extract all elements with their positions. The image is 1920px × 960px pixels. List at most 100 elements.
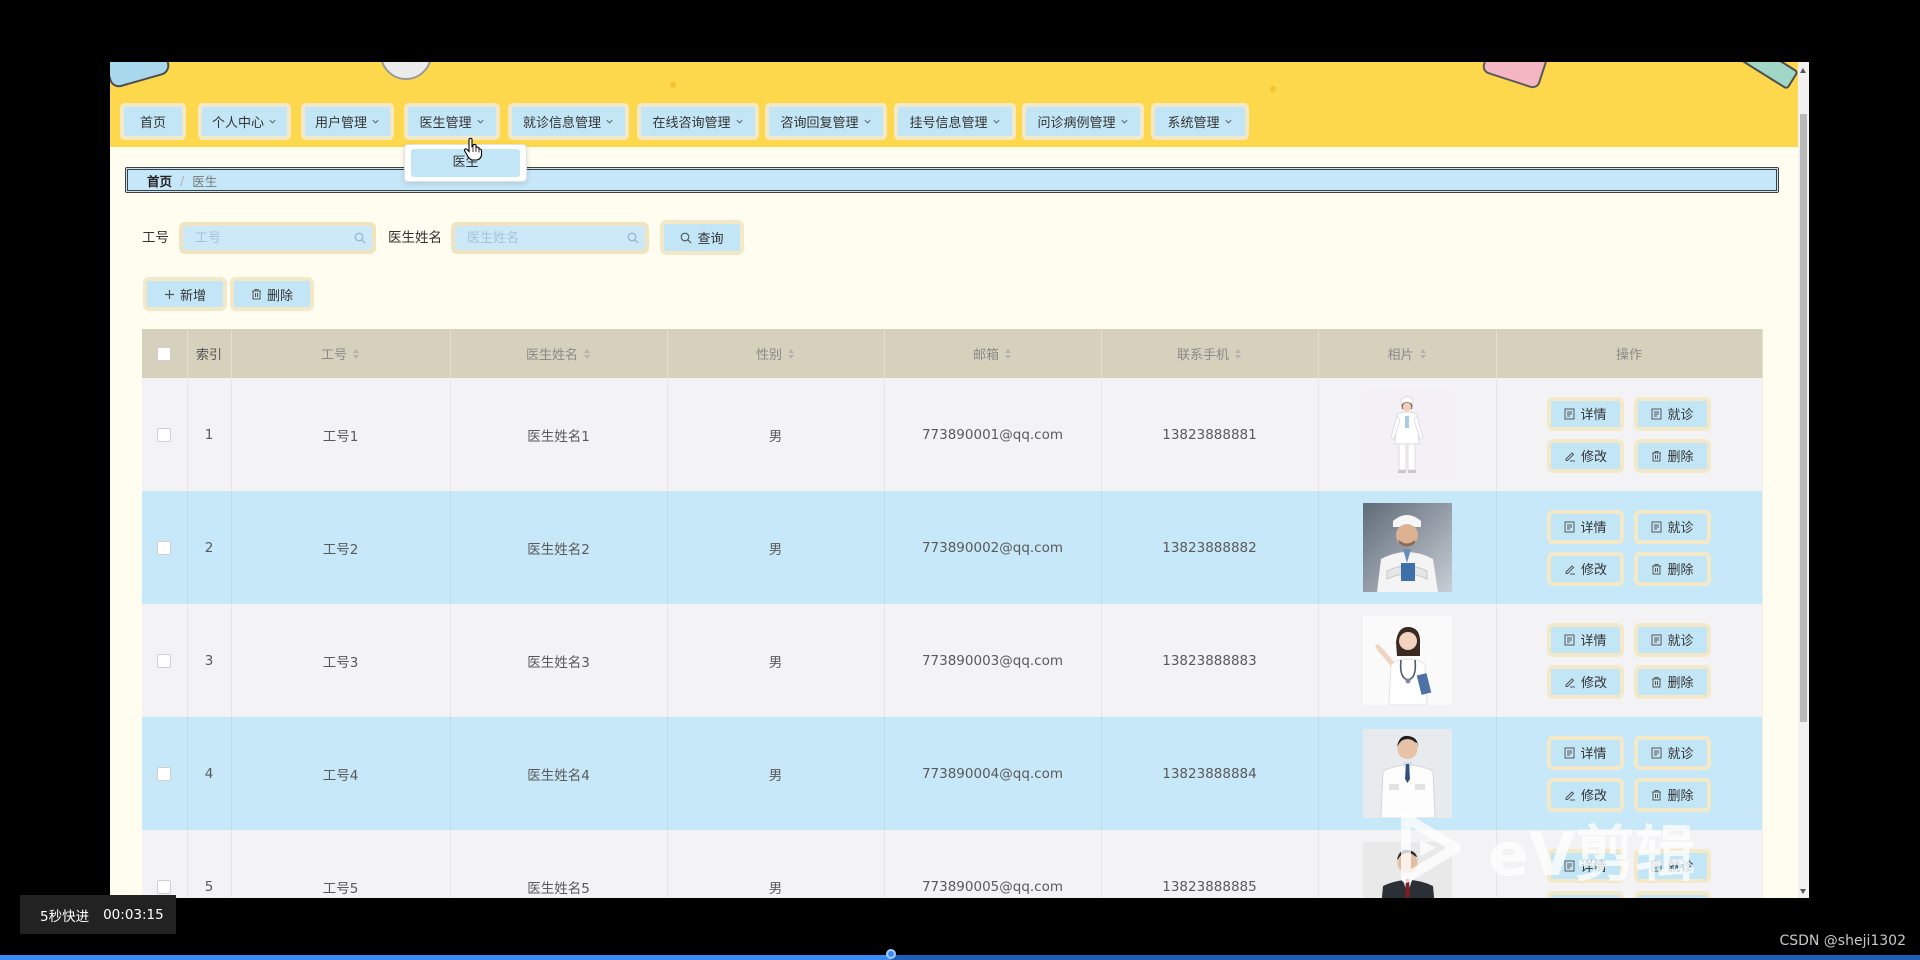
- sort-icon[interactable]: [352, 348, 360, 360]
- table-row: 2 工号2 医生姓名2 男 773890002@qq.com 13823888882 详情 就…: [142, 491, 1763, 604]
- scroll-up-arrow-icon[interactable]: [1800, 68, 1806, 73]
- doctor-name-input[interactable]: [451, 222, 649, 254]
- nav-item-system-management[interactable]: 系统管理: [1151, 103, 1249, 140]
- cell-employee-id: 工号4: [231, 717, 451, 830]
- detail-button[interactable]: 详情: [1547, 396, 1624, 431]
- cell-phone: 13823888885: [1101, 830, 1319, 898]
- column-header-label: 性别: [755, 348, 782, 363]
- detail-button[interactable]: 详情: [1547, 735, 1624, 770]
- select-all-checkbox[interactable]: [157, 346, 172, 361]
- trash-icon: [251, 288, 262, 300]
- chevron-down-icon: [1120, 117, 1129, 126]
- column-header-photo[interactable]: 相片: [1318, 329, 1497, 378]
- nav-item-home[interactable]: 首页: [120, 103, 186, 140]
- vertical-scrollbar[interactable]: [1798, 62, 1809, 898]
- trash-icon: [1651, 450, 1662, 462]
- column-header-label: 医生姓名: [525, 348, 578, 363]
- row-checkbox[interactable]: [157, 653, 172, 668]
- cell-email: 773890003@qq.com: [884, 604, 1102, 717]
- nav-item-doctor-management[interactable]: 医生管理: [404, 103, 500, 140]
- nav-item-label: 就诊信息管理: [522, 116, 601, 131]
- video-progress-bar[interactable]: [0, 955, 1920, 960]
- column-header-select: [142, 329, 188, 378]
- doctor-photo: [1362, 390, 1452, 479]
- column-header-email[interactable]: 邮箱: [884, 329, 1102, 378]
- nav-item-registration-info-management[interactable]: 挂号信息管理: [894, 103, 1016, 140]
- nav-item-user-management[interactable]: 用户管理: [301, 103, 394, 140]
- cell-email: 773890001@qq.com: [884, 378, 1102, 491]
- table-header-row: 索引 工号 医生姓名 性别 邮箱 联系手机 相片 操作: [142, 329, 1763, 378]
- document-icon: [1564, 521, 1575, 533]
- column-header-label: 操作: [1615, 348, 1642, 363]
- document-icon: [1564, 634, 1575, 646]
- nav-item-label: 医生管理: [419, 116, 472, 131]
- sort-icon[interactable]: [583, 348, 591, 360]
- nav-item-consult-reply-management[interactable]: 咨询回复管理: [765, 103, 887, 140]
- column-header-label: 工号: [320, 348, 347, 363]
- edit-button[interactable]: 修改: [1547, 438, 1624, 473]
- delete-row-button[interactable]: 删除: [1634, 664, 1711, 699]
- column-header-employee-id[interactable]: 工号: [231, 329, 451, 378]
- action-label: 删除: [1667, 789, 1694, 804]
- cell-employee-id: 工号1: [231, 378, 451, 491]
- visit-button[interactable]: 就诊: [1634, 509, 1711, 544]
- row-checkbox[interactable]: [157, 879, 172, 894]
- sort-icon[interactable]: [1234, 348, 1242, 360]
- sort-icon[interactable]: [787, 348, 795, 360]
- visit-button[interactable]: 就诊: [1634, 396, 1711, 431]
- column-header-content: 工号: [321, 344, 360, 363]
- scroll-down-arrow-icon[interactable]: [1800, 889, 1806, 894]
- doctor-name-search: [451, 222, 649, 254]
- top-navigation: 首页 个人中心 用户管理 医生管理 就诊信息管理 在线咨询管理 咨询回复管理 挂号信息管理 问诊…: [110, 98, 1798, 147]
- edit-button[interactable]: 修改: [1547, 551, 1624, 586]
- chevron-down-icon: [863, 117, 872, 126]
- cell-phone: 13823888884: [1101, 717, 1319, 830]
- action-label: 修改: [1580, 789, 1607, 804]
- nav-item-personal-center[interactable]: 个人中心: [198, 103, 291, 140]
- chevron-down-icon: [1224, 117, 1233, 126]
- column-header-label: 索引: [195, 348, 222, 363]
- row-checkbox[interactable]: [157, 427, 172, 442]
- action-label: 修改: [1580, 563, 1607, 578]
- row-checkbox[interactable]: [157, 540, 172, 555]
- add-button[interactable]: 新增: [143, 277, 227, 311]
- sort-icon[interactable]: [1004, 348, 1012, 360]
- delete-row-button[interactable]: 删除: [1634, 551, 1711, 586]
- employee-id-input[interactable]: [179, 222, 376, 254]
- column-header-gender[interactable]: 性别: [667, 329, 885, 378]
- nav-item-consultation-case-management[interactable]: 问诊病例管理: [1022, 103, 1144, 140]
- cell-index: 5: [187, 830, 232, 898]
- delete-row-button[interactable]: 删除: [1634, 438, 1711, 473]
- column-header-label: 联系手机: [1176, 348, 1229, 363]
- plus-icon: [164, 289, 175, 300]
- column-header-doctor-name[interactable]: 医生姓名: [450, 329, 668, 378]
- detail-button[interactable]: 详情: [1547, 622, 1624, 657]
- nav-item-visit-info-management[interactable]: 就诊信息管理: [508, 103, 629, 140]
- video-progress-handle[interactable]: [885, 949, 896, 959]
- cell-employee-id: 工号5: [231, 830, 451, 898]
- column-header-phone[interactable]: 联系手机: [1101, 329, 1319, 378]
- cell-select: [142, 378, 188, 491]
- doctor-name-label: 医生姓名: [388, 230, 442, 246]
- detail-button[interactable]: 详情: [1547, 509, 1624, 544]
- batch-delete-button[interactable]: 删除: [230, 277, 314, 311]
- column-header-content: 索引: [196, 344, 222, 363]
- breadcrumb-separator: /: [180, 172, 185, 188]
- sort-icon[interactable]: [1419, 348, 1427, 360]
- row-checkbox[interactable]: [157, 766, 172, 781]
- banner-decoration: [110, 62, 172, 90]
- nav-item-online-consult-management[interactable]: 在线咨询管理: [637, 103, 759, 140]
- video-watermark: eV剪辑: [1396, 806, 1695, 893]
- banner-decoration: [670, 82, 676, 88]
- nav-item-label: 个人中心: [211, 116, 264, 131]
- nav-item-label: 系统管理: [1167, 116, 1220, 131]
- watermark-text: eV剪辑: [1488, 820, 1696, 890]
- nav-item-label: 首页: [139, 116, 166, 131]
- visit-button[interactable]: 就诊: [1634, 622, 1711, 657]
- edit-button[interactable]: 修改: [1547, 664, 1624, 699]
- breadcrumb-home[interactable]: 首页: [147, 171, 172, 190]
- visit-button[interactable]: 就诊: [1634, 735, 1711, 770]
- scrollbar-thumb[interactable]: [1800, 114, 1807, 722]
- query-button[interactable]: 查询: [660, 220, 744, 255]
- chevron-down-icon: [268, 117, 277, 126]
